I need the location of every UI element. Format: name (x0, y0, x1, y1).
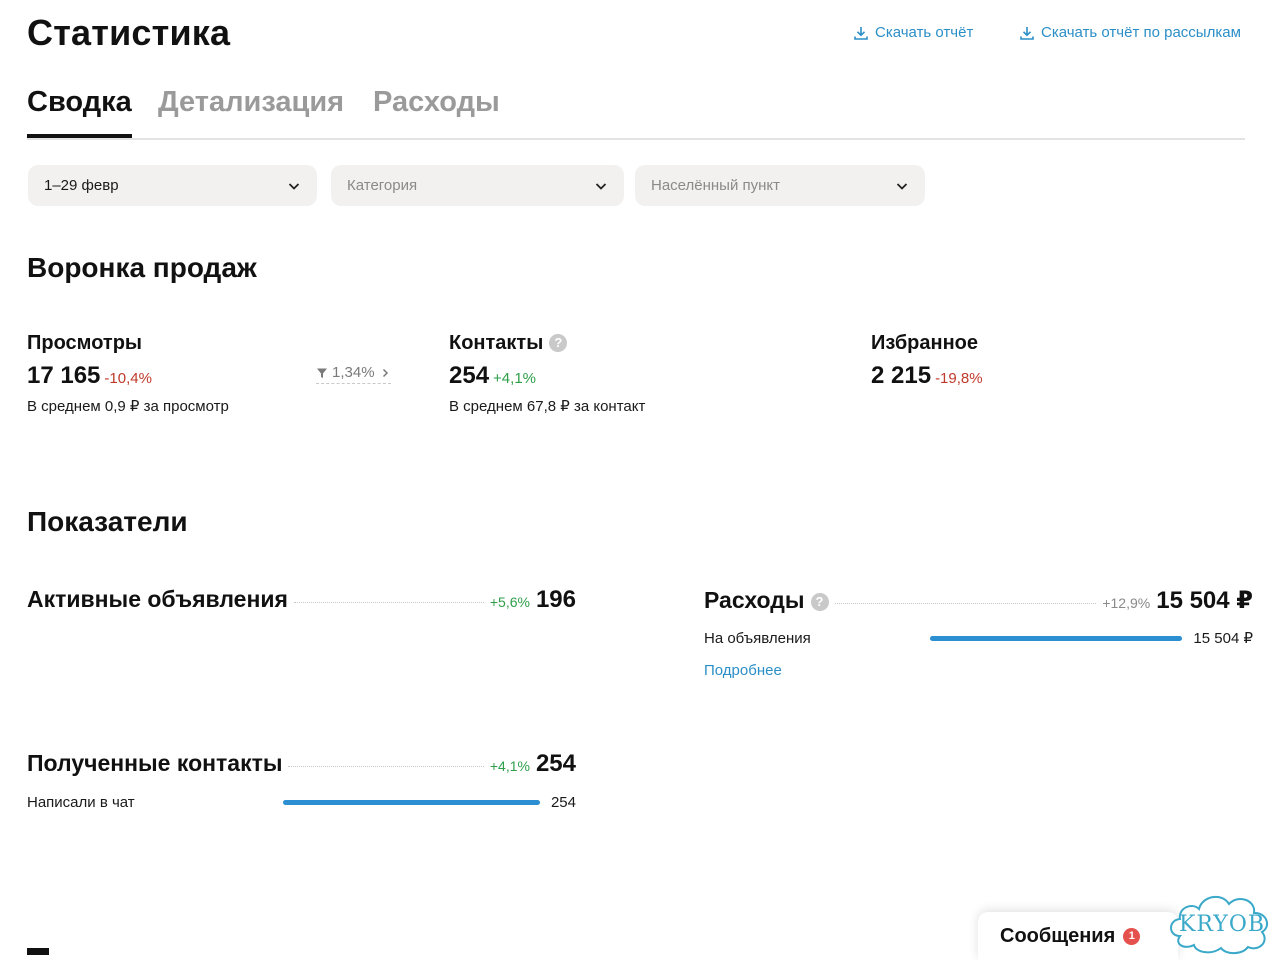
download-mailing-report-label: Скачать отчёт по рассылкам (1041, 24, 1241, 41)
contacts-label: Контакты (449, 332, 544, 354)
download-icon (854, 26, 868, 40)
download-icon (1020, 26, 1034, 40)
tab-bar: Сводка Детализация Расходы (27, 82, 1245, 140)
expenses-label: Расходы (704, 587, 805, 613)
active-ads-delta: +5,6% (489, 594, 530, 610)
views-label: Просмотры (27, 332, 143, 354)
contacts-value-row: 254 +4,1% (449, 362, 536, 390)
chevron-down-icon (896, 182, 908, 190)
funnel-title: Воронка продаж (27, 252, 257, 283)
expenses-value: 15 504 ₽ (1156, 587, 1253, 614)
help-icon[interactable]: ? (810, 593, 829, 611)
favorites-delta: -19,8% (935, 370, 983, 387)
favorites-label: Избранное (871, 332, 979, 354)
received-contacts-delta: +4,1% (489, 758, 530, 774)
contacts-subtext: В среднем 67,8 ₽ за контакт (449, 398, 646, 415)
download-report-label: Скачать отчёт (875, 24, 974, 41)
received-contacts-value: 254 (535, 750, 576, 777)
download-mailing-report-link[interactable]: Скачать отчёт по рассылкам (1019, 24, 1241, 41)
category-select[interactable]: Категория (331, 165, 624, 206)
contacts-delta: +4,1% (493, 370, 536, 387)
help-icon[interactable]: ? (549, 334, 568, 352)
dotted-leader (293, 602, 484, 603)
expenses-breakdown-label: На объявления (704, 629, 811, 647)
contacts-label-row: Контакты? (449, 332, 568, 355)
expenses-progress-bar (930, 635, 1182, 641)
chat-breakdown-row: Написали в чат 254 (27, 794, 576, 811)
kryob-logo: KRYOB (1170, 895, 1269, 955)
chevron-down-icon (595, 182, 607, 190)
chat-breakdown-label: Написали в чат (27, 794, 135, 811)
period-select[interactable]: 1–29 февр (28, 165, 317, 206)
expenses-more-link[interactable]: Подробнее (704, 662, 782, 679)
tab-details[interactable]: Детализация (158, 82, 344, 136)
conversion-link[interactable]: 1,34% (316, 364, 391, 384)
tab-summary[interactable]: Сводка (27, 82, 132, 138)
active-ads-value: 196 (535, 586, 576, 613)
views-value: 17 165 (27, 362, 101, 389)
dotted-leader (834, 603, 1097, 604)
svg-text:KRYOB: KRYOB (1179, 912, 1265, 937)
chevron-down-icon (288, 182, 300, 190)
messages-badge: 1 (1123, 927, 1141, 945)
chat-breakdown-value: 254 (550, 794, 576, 811)
locality-select-placeholder: Населённый пункт (651, 177, 781, 194)
chat-progress-fill (283, 800, 540, 805)
favorites-value-row: 2 215 -19,8% (871, 362, 983, 390)
conversion-value: 1,34% (332, 364, 375, 381)
chat-progress-bar (283, 800, 540, 805)
received-contacts-row: Полученные контакты +4,1% 254 (27, 750, 576, 778)
expenses-breakdown-row: На объявления 15 504 ₽ (704, 629, 1253, 648)
chevron-right-icon (382, 368, 388, 377)
received-contacts-label: Полученные контакты (27, 750, 283, 776)
active-ads-label: Активные объявления (27, 586, 288, 612)
download-report-link[interactable]: Скачать отчёт (853, 24, 973, 41)
funnel-icon (317, 368, 327, 378)
tab-expenses[interactable]: Расходы (373, 82, 500, 136)
period-select-value: 1–29 февр (44, 177, 119, 194)
favorites-value: 2 215 (871, 362, 932, 389)
expenses-progress-fill (930, 635, 1182, 641)
expenses-row: Расходы ? +12,9% 15 504 ₽ (704, 586, 1253, 615)
category-select-placeholder: Категория (347, 177, 418, 194)
views-subtext: В среднем 0,9 ₽ за просмотр (27, 398, 229, 415)
messages-label: Сообщения (1000, 924, 1116, 947)
views-value-row: 17 165 -10,4% (27, 362, 152, 390)
expenses-delta: +12,9% (1102, 595, 1151, 611)
locality-select[interactable]: Населённый пункт (635, 165, 925, 206)
dotted-leader (288, 766, 484, 767)
active-ads-row: Активные объявления +5,6% 196 (27, 586, 576, 614)
next-section-heading-stub (27, 948, 49, 955)
messages-button[interactable]: Сообщения 1 (978, 912, 1178, 960)
page-title: Статистика (27, 12, 231, 53)
expenses-breakdown-value: 15 504 ₽ (1193, 630, 1253, 647)
indicators-title: Показатели (27, 506, 188, 537)
contacts-value: 254 (449, 362, 490, 389)
views-delta: -10,4% (104, 370, 152, 387)
